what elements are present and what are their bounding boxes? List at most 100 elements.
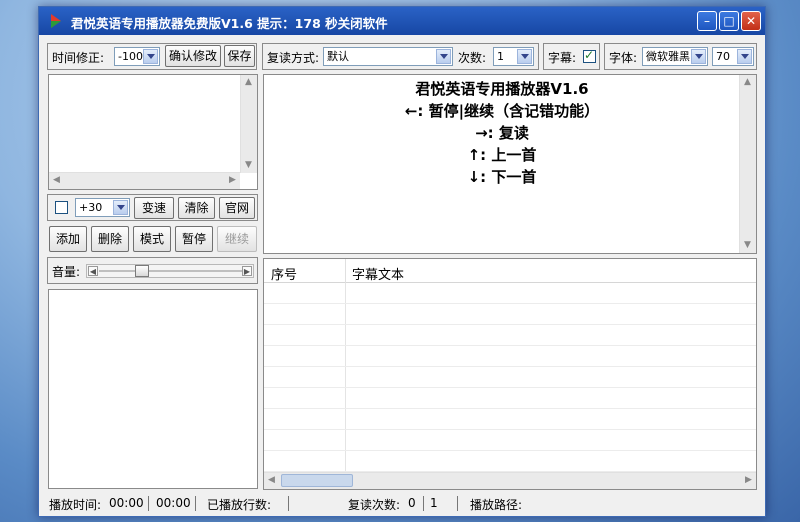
column-header-text[interactable]: 字幕文本 (352, 264, 404, 283)
repeat-mode-select[interactable]: 默认 (323, 47, 453, 66)
table-row (264, 430, 756, 451)
time-adjust-label: 时间修正: (52, 51, 105, 65)
total-time: 00:00 (156, 496, 191, 510)
minimize-icon: – (704, 14, 710, 28)
scroll-down-icon[interactable]: ▼ (241, 158, 256, 173)
volume-thumb[interactable] (135, 265, 149, 277)
table-row (264, 409, 756, 430)
status-bar: 播放时间: 00:00 00:00 已播放行数: 复读次数: 0 1 播放路径: (39, 491, 765, 516)
chevron-down-icon (691, 49, 706, 64)
close-icon: ✕ (745, 14, 757, 28)
repeat-mode-label: 复读方式: (267, 51, 320, 65)
table-row (264, 283, 756, 304)
count-value: 1 (497, 50, 504, 63)
table-row (264, 367, 756, 388)
table-header: 序号 字幕文本 (264, 259, 756, 283)
playlist-hscroll[interactable]: ◀ ▶ (49, 172, 240, 189)
app-logo-icon (51, 14, 61, 28)
play-path-label: 播放路径: (470, 498, 523, 512)
player-window: 君悦英语专用播放器免费版V1.6 提示：178 秒关闭软件 – □ ✕ 时间修正… (38, 6, 766, 517)
scroll-left-icon[interactable]: ◀ (49, 173, 64, 188)
lyric-line: →: 复读 (475, 124, 529, 142)
scroll-down-icon[interactable]: ▼ (740, 238, 755, 253)
play-time-label: 播放时间: (49, 498, 102, 512)
current-time: 00:00 (109, 496, 144, 510)
time-adjust-panel: 时间修正: -100 确认修改 保存 (47, 43, 257, 70)
speed-checkbox[interactable] (55, 201, 68, 214)
lyric-line: ↓: 下一首 (467, 168, 537, 186)
mode-button[interactable]: 模式 (133, 226, 171, 252)
hscroll-thumb[interactable] (281, 474, 353, 487)
chevron-down-icon (113, 200, 128, 215)
subtitle-checkbox[interactable] (583, 48, 596, 63)
font-family-select[interactable]: 微软雅黑 (642, 47, 708, 66)
clear-button[interactable]: 清除 (178, 197, 215, 219)
column-divider[interactable] (345, 259, 346, 283)
scroll-left-icon[interactable]: ◀ (264, 473, 279, 488)
volume-label: 音量: (52, 265, 81, 279)
add-button[interactable]: 添加 (49, 226, 87, 252)
speed-value: +30 (79, 201, 103, 214)
table-row (264, 451, 756, 472)
maximize-icon: □ (723, 14, 735, 28)
font-family-value: 微软雅黑 (646, 50, 690, 63)
confirm-button[interactable]: 确认修改 (165, 45, 221, 67)
chevron-down-icon (737, 49, 752, 64)
playlist-vscroll[interactable]: ▲ ▼ (240, 75, 257, 173)
scroll-right-icon[interactable]: ▶ (741, 473, 756, 488)
scroll-up-icon[interactable]: ▲ (241, 75, 256, 90)
status-separator (288, 496, 289, 511)
lyric-line: 君悦英语专用播放器V1.6 (415, 80, 589, 98)
playlist-box[interactable]: ▲ ▼ ◀ ▶ (48, 74, 258, 190)
status-separator (195, 496, 196, 511)
column-header-index[interactable]: 序号 (271, 264, 297, 283)
volume-track (99, 270, 243, 272)
table-row (264, 388, 756, 409)
volume-panel: 音量: ◀ ▶ (47, 257, 258, 284)
website-button[interactable]: 官网 (219, 197, 255, 219)
save-button[interactable]: 保存 (224, 45, 255, 67)
maximize-button[interactable]: □ (719, 11, 739, 31)
status-separator (148, 496, 149, 511)
window-title: 君悦英语专用播放器免费版V1.6 提示：178 秒关闭软件 (71, 16, 388, 31)
lyrics-vscroll[interactable]: ▲ ▼ (739, 75, 756, 253)
chevron-down-icon (517, 49, 532, 64)
scroll-up-icon[interactable]: ▲ (740, 75, 755, 90)
repeat-count-label: 复读次数: (348, 498, 401, 512)
file-list-box[interactable] (48, 289, 258, 489)
pause-button[interactable]: 暂停 (175, 226, 213, 252)
table-hscroll[interactable]: ◀ ▶ (264, 472, 756, 489)
repeat-mode-panel: 复读方式: 默认 次数: 1 (262, 43, 539, 70)
volume-slider[interactable]: ◀ ▶ (86, 264, 254, 278)
lyrics-display: 君悦英语专用播放器V1.6 ←: 暂停|继续（含记错功能） →: 复读 ↑: 上… (263, 74, 757, 254)
close-button[interactable]: ✕ (741, 11, 761, 31)
slider-left-icon[interactable]: ◀ (88, 266, 98, 276)
repeat-mode-value: 默认 (327, 50, 349, 63)
slider-right-icon[interactable]: ▶ (242, 266, 252, 276)
repeat-total: 1 (430, 496, 438, 510)
speed-panel: +30 变速 清除 官网 (47, 194, 258, 221)
table-body (264, 283, 756, 473)
font-size-select[interactable]: 70 (712, 47, 754, 66)
delete-button[interactable]: 删除 (91, 226, 129, 252)
font-size-value: 70 (716, 50, 730, 63)
table-row (264, 346, 756, 367)
subtitle-panel: 字幕: (543, 43, 600, 70)
status-separator (457, 496, 458, 511)
title-bar[interactable]: 君悦英语专用播放器免费版V1.6 提示：178 秒关闭软件 – □ ✕ (39, 7, 765, 35)
lyric-line: ←: 暂停|继续（含记错功能） (404, 102, 600, 120)
font-label: 字体: (609, 51, 638, 65)
subtitle-label: 字幕: (548, 51, 577, 65)
chevron-down-icon (143, 49, 158, 64)
minimize-button[interactable]: – (697, 11, 717, 31)
scroll-right-icon[interactable]: ▶ (225, 173, 240, 188)
time-adjust-value: -100 (118, 50, 143, 63)
repeat-count-value: 0 (408, 496, 416, 510)
chevron-down-icon (436, 49, 451, 64)
resume-button[interactable]: 继续 (217, 226, 257, 252)
speed-select[interactable]: +30 (75, 198, 130, 217)
count-select[interactable]: 1 (493, 47, 534, 66)
subtitle-table[interactable]: 序号 字幕文本 ◀ ▶ (263, 258, 757, 490)
change-speed-button[interactable]: 变速 (134, 197, 174, 219)
time-adjust-select[interactable]: -100 (114, 47, 160, 66)
